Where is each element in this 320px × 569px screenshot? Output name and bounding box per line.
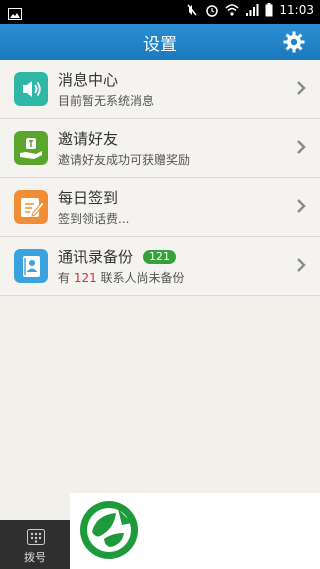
subtitle-suffix: 联系人尚未备份 (96, 271, 185, 285)
chevron-right-icon (297, 258, 306, 272)
item-subtitle: 有 121 联系人尚未备份 (58, 269, 185, 286)
item-subtitle: 目前暂无系统消息 (58, 94, 155, 108)
chevron-right-icon (297, 199, 306, 213)
gift-hand-icon (14, 131, 48, 165)
speaker-icon (14, 72, 48, 106)
count-badge: 121 (143, 250, 177, 264)
dialpad-icon (27, 529, 45, 545)
status-bar: 11:03 (0, 0, 320, 24)
alarm-icon (206, 5, 219, 17)
settings-list: 消息中心 目前暂无系统消息 邀请好友 邀请好友成功可获赠奖励 每日签到 签到领话… (0, 60, 320, 296)
item-subtitle: 邀请好友成功可获赠奖励 (58, 153, 191, 167)
item-subtitle: 签到领话费... (58, 212, 130, 226)
title-bar: 设置 (0, 24, 320, 60)
item-title: 通讯录备份 121 (58, 246, 177, 267)
gear-icon[interactable] (282, 30, 306, 54)
image-notification-icon (8, 5, 22, 24)
app-logo-icon (80, 501, 138, 559)
battery-icon (265, 3, 273, 17)
item-title: 邀请好友 (58, 130, 119, 148)
item-title: 消息中心 (58, 71, 119, 89)
signin-icon (14, 190, 48, 224)
unbacked-count: 121 (73, 271, 97, 285)
chevron-right-icon (297, 140, 306, 154)
invite-friends-item[interactable]: 邀请好友 邀请好友成功可获赠奖励 (0, 119, 320, 178)
signal-icon (246, 4, 259, 16)
wifi-icon (225, 4, 239, 16)
dial-tab-label: 拨号 (24, 551, 46, 564)
item-title: 每日签到 (58, 189, 119, 207)
page-title: 设置 (143, 34, 177, 55)
subtitle-prefix: 有 (58, 271, 74, 285)
chevron-right-icon (297, 81, 306, 95)
item-title-text: 通讯录备份 (58, 248, 134, 266)
mute-icon (187, 4, 197, 16)
logo-area (70, 493, 320, 569)
dial-tab[interactable]: 拨号 (0, 520, 70, 569)
contacts-book-icon (14, 249, 48, 283)
clock-text: 11:03 (279, 3, 314, 17)
message-center-item[interactable]: 消息中心 目前暂无系统消息 (0, 60, 320, 119)
contacts-backup-item[interactable]: 通讯录备份 121 有 121 联系人尚未备份 (0, 237, 320, 296)
daily-signin-item[interactable]: 每日签到 签到领话费... (0, 178, 320, 237)
